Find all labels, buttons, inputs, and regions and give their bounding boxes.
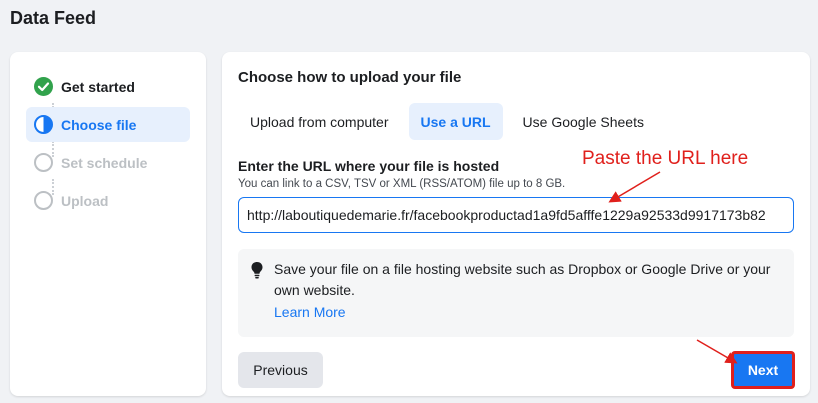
step-label: Upload: [61, 192, 109, 209]
url-field-label: Enter the URL where your file is hosted: [238, 158, 500, 174]
tip-text: Save your file on a file hosting website…: [274, 261, 771, 298]
upload-method-tabs: Upload from computer Use a URL Use Googl…: [238, 103, 656, 140]
lightbulb-icon: [251, 262, 263, 279]
tab-use-a-url[interactable]: Use a URL: [408, 103, 503, 140]
tab-upload-from-computer[interactable]: Upload from computer: [238, 103, 401, 140]
panel-heading: Choose how to upload your file: [238, 69, 462, 86]
annotation-text: Paste the URL here: [582, 148, 749, 169]
step-upload[interactable]: Upload: [26, 183, 190, 218]
step-label: Choose file: [61, 116, 137, 133]
empty-circle-icon: [34, 191, 53, 210]
tab-use-google-sheets[interactable]: Use Google Sheets: [511, 103, 656, 140]
step-set-schedule[interactable]: Set schedule: [26, 145, 190, 180]
learn-more-link[interactable]: Learn More: [274, 304, 346, 320]
page-title: Data Feed: [10, 8, 97, 28]
upload-panel: Choose how to upload your file Upload fr…: [222, 52, 810, 396]
step-get-started[interactable]: Get started: [26, 69, 190, 104]
half-circle-icon: [34, 115, 53, 134]
step-label: Set schedule: [61, 154, 148, 171]
previous-button[interactable]: Previous: [238, 352, 323, 388]
step-choose-file[interactable]: Choose file: [26, 107, 190, 142]
next-button[interactable]: Next: [732, 352, 794, 388]
check-icon: [34, 77, 53, 96]
steps-panel: Get started Choose file Set schedule Upl…: [10, 52, 206, 396]
url-input[interactable]: [238, 197, 794, 233]
tip-box: Save your file on a file hosting website…: [238, 249, 794, 337]
url-field-help: You can link to a CSV, TSV or XML (RSS/A…: [238, 178, 566, 190]
step-label: Get started: [61, 78, 135, 95]
empty-circle-icon: [34, 153, 53, 172]
